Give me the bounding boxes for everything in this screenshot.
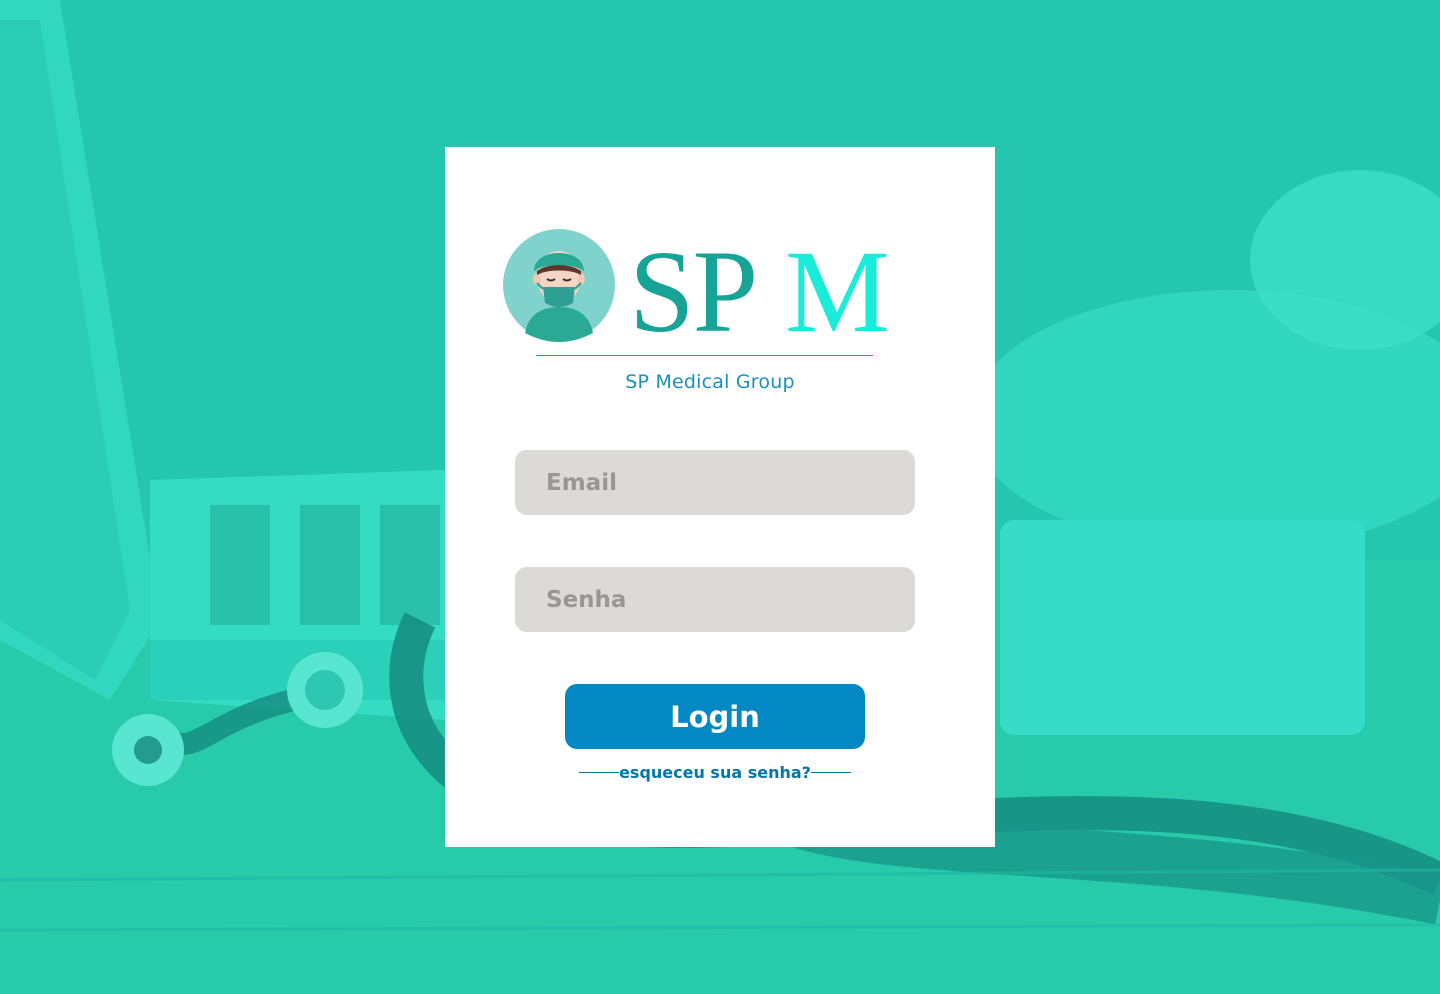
forgot-password-link[interactable]: esqueceu sua senha? bbox=[619, 763, 811, 782]
spm-logo: SP M bbox=[503, 229, 890, 349]
login-button[interactable]: Login bbox=[565, 684, 865, 749]
forgot-right-rule bbox=[810, 772, 851, 773]
email-field[interactable] bbox=[515, 450, 915, 515]
logo-sp-letters: SP bbox=[629, 229, 756, 349]
forgot-password-row: esqueceu sua senha? bbox=[579, 763, 851, 782]
logo-m-letter: M bbox=[785, 229, 890, 349]
forgot-left-rule bbox=[579, 772, 620, 773]
brand-name: SP Medical Group bbox=[625, 371, 795, 393]
brand-divider bbox=[536, 355, 873, 356]
login-card: SP M SP Medical Group Login esqueceu sua… bbox=[445, 147, 995, 847]
password-field[interactable] bbox=[515, 567, 915, 632]
doctor-avatar-icon bbox=[503, 229, 615, 342]
